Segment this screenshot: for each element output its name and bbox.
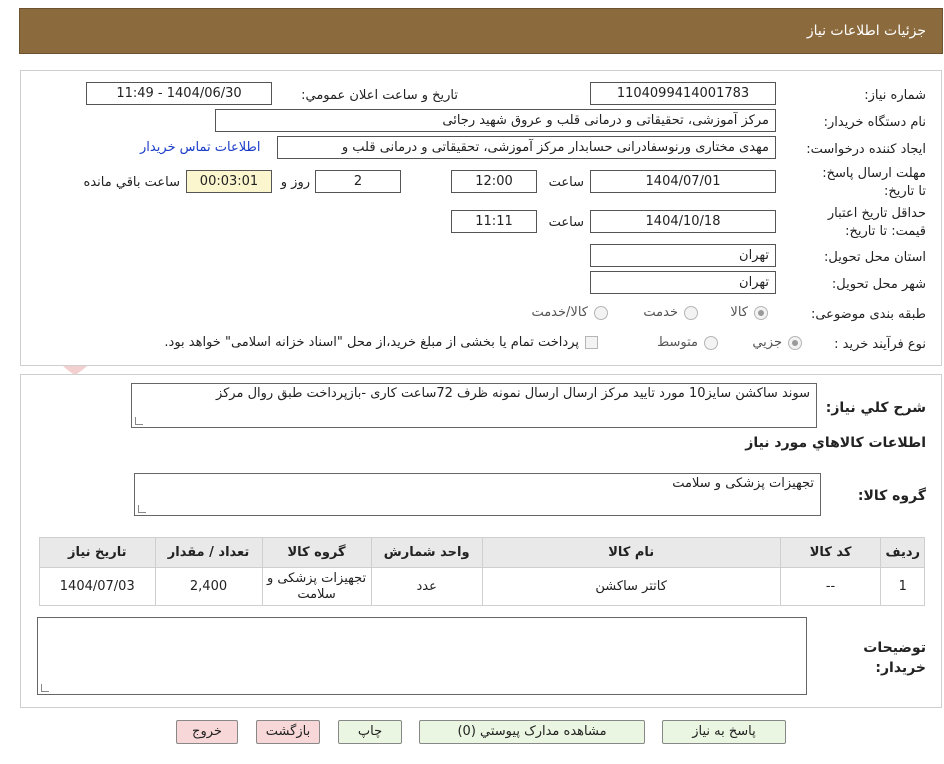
reply-to-need-button[interactable]: پاسخ به نياز [662,720,786,744]
price-validity-date-field: 1404/10/18 [590,210,776,233]
process-option-minor[interactable]: جزيي [752,335,802,350]
goods-group-label: گروه کالا: [857,488,926,504]
province-label: استان محل تحويل: [824,250,926,265]
description-label: شرح کلي نياز: [825,400,926,416]
goods-table: رديف کد کالا نام کالا واحد شمارش گروه کا… [39,537,925,606]
cell-goods-name: کاتتر ساکشن [481,567,781,606]
cell-quantity: 2,400 [154,567,263,606]
col-goods-code: کد کالا [779,537,882,568]
col-unit: واحد شمارش [370,537,483,568]
buyer-notes-textarea [37,617,807,695]
col-quantity: تعداد / مقدار [154,537,263,568]
cell-goods-code: -- [779,567,882,606]
reply-date-field: 1404/07/01 [590,170,776,193]
back-button[interactable]: بازگشت [256,720,320,744]
cell-row-number: 1 [880,567,925,606]
process-type-label: نوع فرآيند خريد : [834,337,926,352]
category-option-goods[interactable]: کالا [730,305,768,320]
announce-datetime-label: تاريخ و ساعت اعلان عمومي: [301,88,458,103]
cell-need-date: 1404/07/03 [39,567,156,606]
treasury-payment-option[interactable]: پرداخت تمام يا بخشی از مبلغ خريد،از محل … [164,335,598,350]
remaining-time-field: 00:03:01 [186,170,272,193]
exit-button[interactable]: خروج [176,720,238,744]
view-attachments-button[interactable]: مشاهده مدارک پيوستي (0) [419,720,645,744]
page-title: جزئيات اطلاعات نياز [806,23,926,39]
cell-unit: عدد [370,567,483,606]
radio-icon[interactable] [788,335,802,350]
reply-time-field: 12:00 [451,170,537,193]
col-goods-group: گروه کالا [261,537,372,568]
need-number-label: شماره نياز: [864,88,926,103]
col-need-date: تاريخ نياز [39,537,156,568]
reply-deadline-label: مهلت ارسال پاسخ: تا تاریخ: [822,166,926,199]
requester-field: مهدی مختاری ورنوسفادرانی حسابدار مرکز آم… [277,136,776,159]
radio-icon[interactable] [754,305,768,320]
reply-time-label: ساعت [548,175,584,190]
price-validity-label: حداقل تاريخ اعتبار قيمت: تا تاريخ: [827,206,926,239]
province-field: تهران [590,244,776,267]
resize-grip-icon[interactable] [135,417,143,425]
buyer-contact-link[interactable]: اطلاعات تماس خريدار [140,140,260,155]
cell-goods-group: تجهیزات پزشکی و سلامت [261,567,372,606]
resize-grip-icon[interactable] [138,505,146,513]
radio-icon[interactable] [594,305,608,320]
col-row-number: رديف [880,537,925,568]
announce-datetime-field: 1404/06/30 - 11:49 [86,82,272,105]
resize-grip-icon[interactable] [41,684,49,692]
description-textarea: سوند ساکشن سایز10 مورد تایید مرکز ارسال … [131,383,817,428]
buyer-org-label: نام دستگاه خريدار: [823,115,926,130]
radio-icon[interactable] [704,335,718,350]
price-validity-time-label: ساعت [548,215,584,230]
buyer-org-field: مرکز آموزشی، تحقیقاتی و درمانی قلب و عرو… [215,109,776,132]
goods-section-title: اطلاعات کالاهاي مورد نياز [745,435,926,451]
city-field: تهران [590,271,776,294]
page-header: جزئيات اطلاعات نياز [19,8,943,54]
category-label: طبقه بندی موضوعی: [810,307,926,322]
remaining-time-label: ساعت باقي مانده [83,175,180,190]
price-validity-time-field: 11:11 [451,210,537,233]
goods-table-header: رديف کد کالا نام کالا واحد شمارش گروه کا… [39,537,925,568]
category-option-service[interactable]: خدمت [643,305,698,320]
city-label: شهر محل تحويل: [831,277,926,292]
checkbox-icon[interactable] [585,336,598,349]
goods-group-textarea: تجهیزات پزشکی و سلامت [134,473,821,516]
print-button[interactable]: چاپ [338,720,402,744]
requester-label: ايجاد کننده درخواست: [806,142,926,157]
col-goods-name: نام کالا [481,537,781,568]
buyer-notes-label: توضيحات خريدار: [863,640,926,676]
days-label: روز و [280,175,310,190]
category-option-goods-service[interactable]: کالا/خدمت [531,305,608,320]
radio-icon[interactable] [684,305,698,320]
days-remaining-field: 2 [315,170,401,193]
table-row: 1 -- کاتتر ساکشن عدد تجهیزات پزشکی و سلا… [39,567,925,606]
need-number-field: 1104099414001783 [590,82,776,105]
process-option-medium[interactable]: متوسط [657,335,718,350]
